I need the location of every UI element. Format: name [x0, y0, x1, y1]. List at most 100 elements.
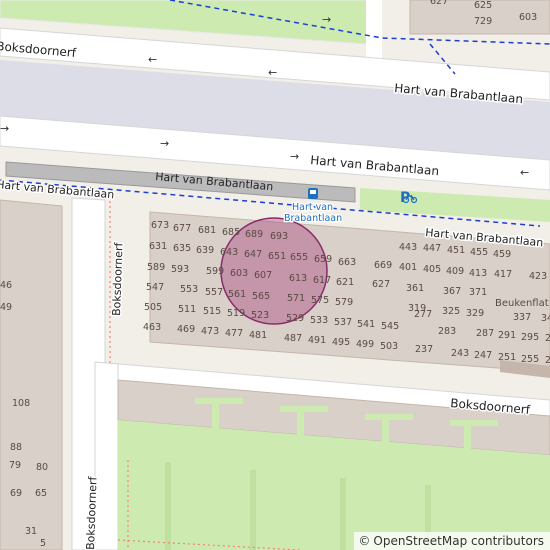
house-number: 49 — [0, 302, 12, 313]
house-number: 571 — [287, 293, 305, 304]
house-number: 79 — [9, 460, 21, 471]
house-number: 495 — [332, 337, 350, 348]
house-number: 511 — [178, 304, 196, 315]
house-number: 469 — [177, 324, 195, 335]
house-number: 247 — [474, 350, 492, 361]
house-number: 603 — [519, 12, 537, 23]
house-number: 729 — [474, 16, 492, 27]
house-number: 65 — [35, 488, 47, 499]
svg-text:←: ← — [520, 166, 529, 179]
house-number: 515 — [203, 306, 221, 317]
house-number: 291 — [498, 330, 516, 341]
bus-stop-label: Hart van — [292, 202, 333, 213]
house-number: 283 — [438, 326, 456, 337]
copyright-symbol: © — [358, 534, 371, 548]
house-number: 575 — [311, 295, 329, 306]
house-number: 491 — [308, 335, 326, 346]
house-number: 88 — [10, 442, 22, 453]
house-number: 631 — [149, 241, 167, 252]
house-number: 29 — [545, 333, 550, 344]
house-number: 367 — [443, 286, 461, 297]
house-number: 451 — [447, 245, 465, 256]
house-number: 647 — [244, 249, 262, 260]
house-number: 5 — [40, 538, 46, 549]
house-number: 627 — [372, 279, 390, 290]
house-number: 243 — [451, 348, 469, 359]
house-number: 651 — [268, 251, 286, 262]
house-number: 417 — [494, 269, 512, 280]
house-number: 409 — [446, 266, 464, 277]
house-number: 371 — [469, 287, 487, 298]
house-number: 607 — [254, 270, 272, 281]
house-number: 565 — [252, 291, 270, 302]
house-number: 69 — [10, 488, 22, 499]
house-number: 529 — [286, 313, 304, 324]
house-number: 477 — [225, 328, 243, 339]
house-number: 541 — [357, 319, 375, 330]
house-number: 459 — [493, 249, 511, 260]
house-number: 325 — [442, 306, 460, 317]
house-number: 319 — [408, 303, 426, 314]
house-number: 639 — [196, 245, 214, 256]
map-canvas: Boksdoornerf Hart van Brabantlaan Hart v… — [0, 0, 550, 550]
house-number: 617 — [313, 275, 331, 286]
house-number: 613 — [289, 273, 307, 284]
house-number: 46 — [0, 280, 12, 291]
house-number: 677 — [173, 223, 191, 234]
house-number: 669 — [374, 260, 392, 271]
house-number: 519 — [227, 308, 245, 319]
house-number: 463 — [143, 322, 161, 333]
house-number: 627 — [430, 0, 448, 7]
house-number: 481 — [249, 330, 267, 341]
house-number: 455 — [470, 247, 488, 258]
house-number: 108 — [12, 398, 30, 409]
house-number: 237 — [415, 344, 433, 355]
attribution-link[interactable]: OpenStreetMap contributors — [373, 534, 544, 548]
map-view[interactable]: Boksdoornerf Hart van Brabantlaan Hart v… — [0, 0, 550, 550]
house-number: 603 — [230, 268, 248, 279]
house-number: 295 — [521, 332, 539, 343]
house-number: 401 — [399, 262, 417, 273]
house-number: 487 — [284, 333, 302, 344]
house-number: 255 — [521, 354, 539, 365]
house-number: 635 — [173, 243, 191, 254]
house-number: 561 — [228, 289, 246, 300]
house-number: 25 — [545, 355, 550, 366]
svg-text:→: → — [322, 13, 331, 26]
house-number: 655 — [290, 252, 308, 263]
house-number: 689 — [245, 229, 263, 240]
house-number: 337 — [513, 312, 531, 323]
house-number: 34 — [541, 313, 550, 324]
house-number: 473 — [201, 326, 219, 337]
house-number: 659 — [314, 254, 332, 265]
house-number: 681 — [198, 225, 216, 236]
house-number: 693 — [270, 231, 288, 242]
house-number: 685 — [222, 227, 240, 238]
house-number: 423 — [529, 271, 547, 282]
house-number: 599 — [206, 266, 224, 277]
house-number: 503 — [380, 341, 398, 352]
house-number: 533 — [310, 315, 328, 326]
house-number: 443 — [399, 242, 417, 253]
attribution: © OpenStreetMap contributors — [354, 532, 550, 550]
house-number: 537 — [334, 317, 352, 328]
house-number: 523 — [251, 310, 269, 321]
building-name: Beukenflat — [495, 298, 549, 309]
house-number: 547 — [146, 282, 164, 293]
house-number: 663 — [338, 257, 356, 268]
svg-text:←: ← — [148, 53, 157, 66]
house-number: 579 — [335, 297, 353, 308]
house-number: 625 — [474, 0, 492, 11]
house-number: 329 — [466, 308, 484, 319]
house-number: 621 — [336, 277, 354, 288]
house-number: 361 — [406, 283, 424, 294]
house-number: 251 — [498, 352, 516, 363]
house-number: 499 — [356, 339, 374, 350]
svg-text:←: ← — [268, 66, 277, 79]
street-label: Boksdoornerf — [110, 241, 126, 316]
house-number: 405 — [423, 264, 441, 275]
house-number: 673 — [151, 220, 169, 231]
street-label: Boksdoornerf — [84, 475, 100, 550]
house-number: 413 — [469, 268, 487, 279]
house-number: 31 — [25, 526, 37, 537]
